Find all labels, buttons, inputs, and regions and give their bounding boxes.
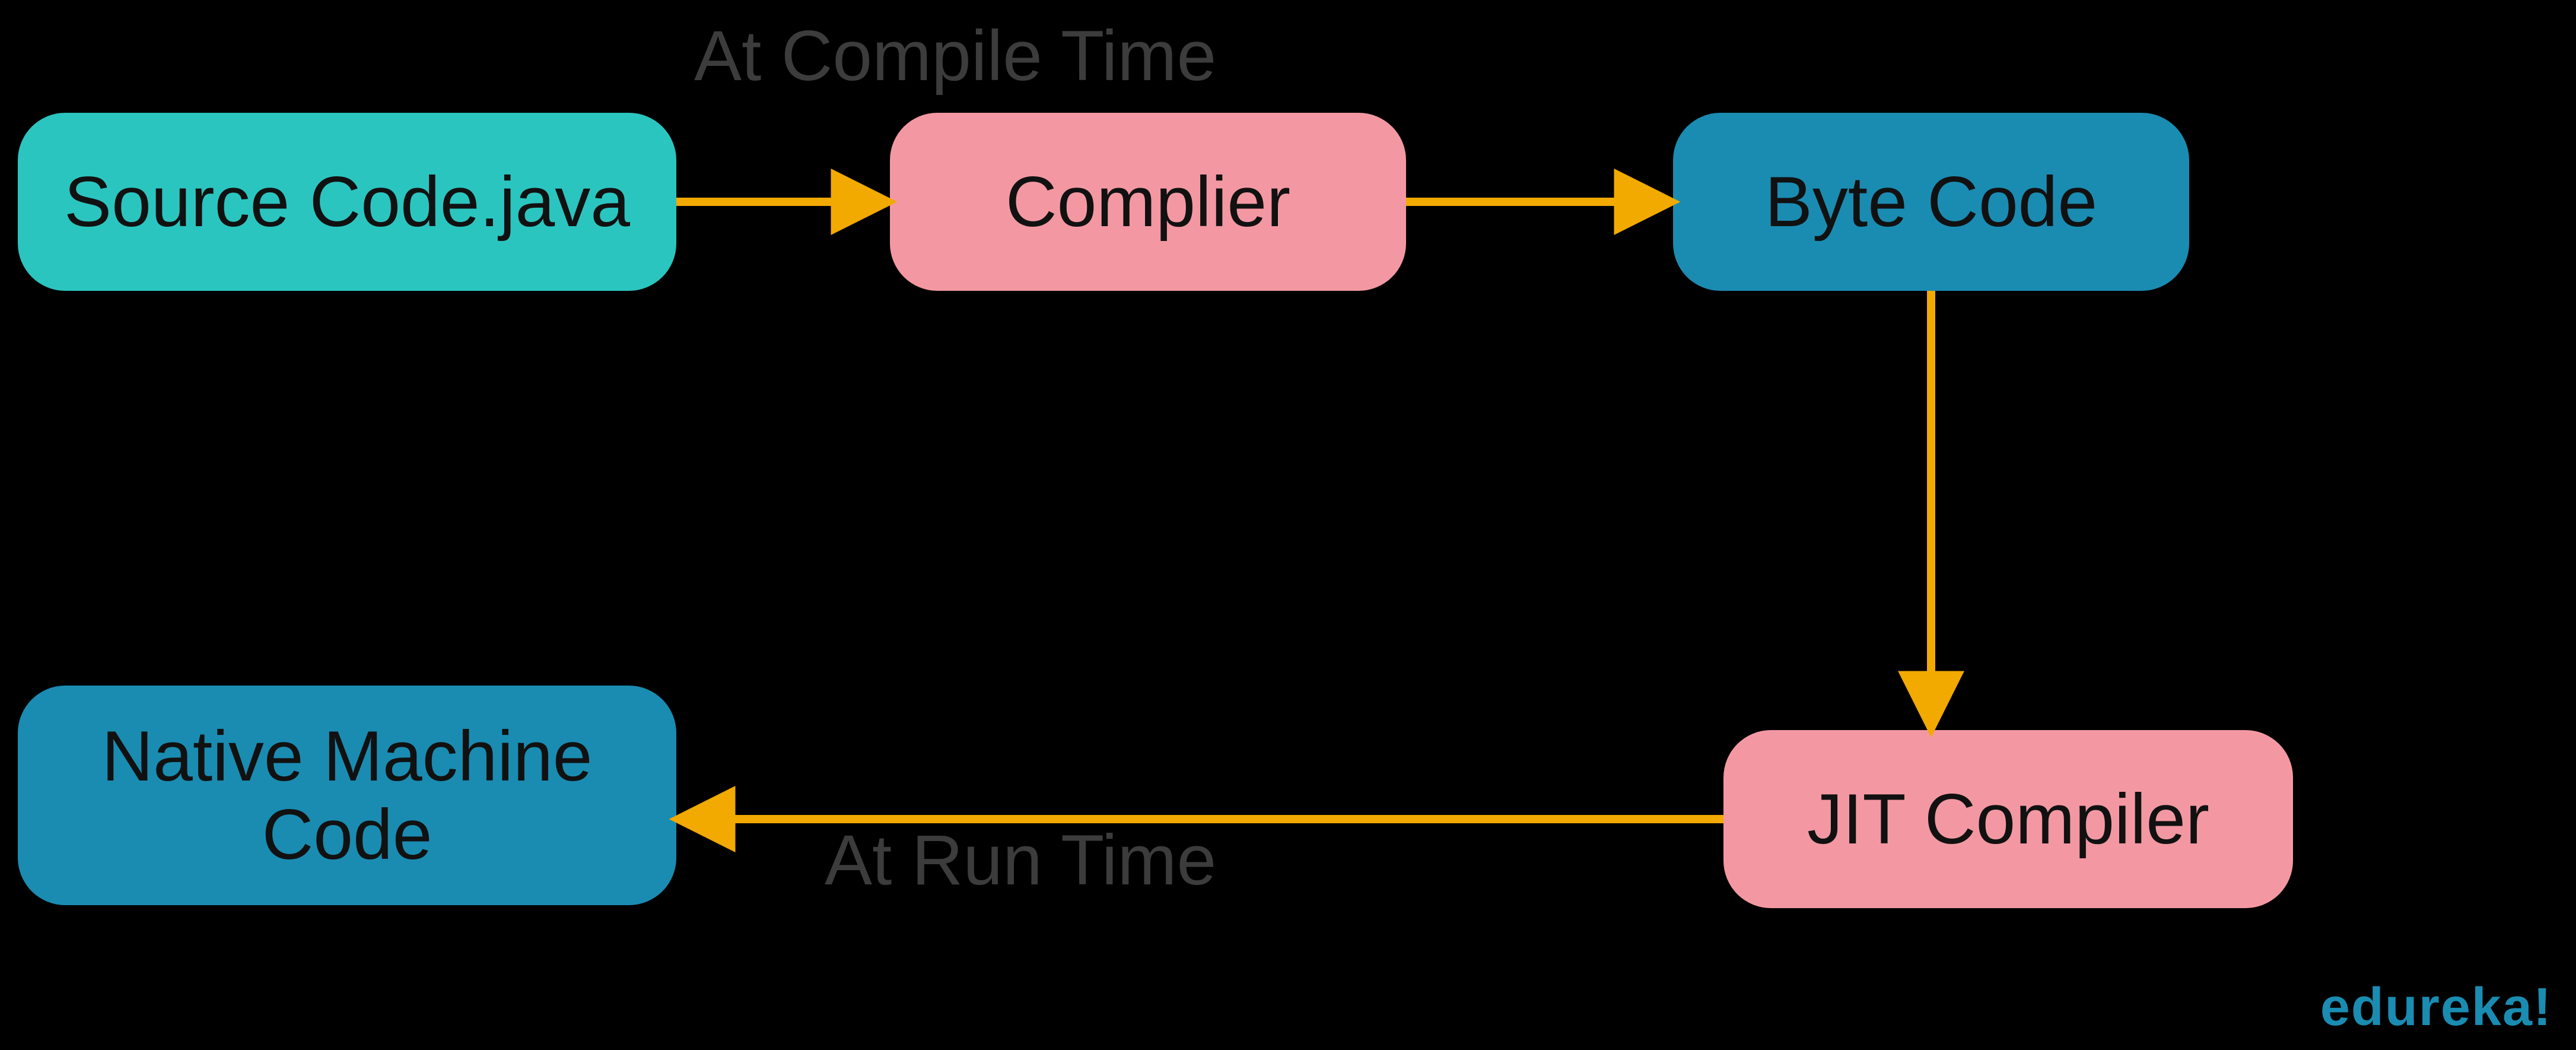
node-native-machine-code: Native Machine Code: [18, 686, 676, 905]
diagram-canvas: At Compile Time Source Code.java Complie…: [0, 0, 2576, 1050]
node-source-code: Source Code.java: [18, 113, 676, 291]
node-jit-compiler: JIT Compiler: [1723, 730, 2293, 908]
node-byte-code: Byte Code: [1673, 113, 2189, 291]
node-compiler: Complier: [890, 113, 1406, 291]
caption-run-time: At Run Time: [825, 819, 1216, 901]
caption-compile-time: At Compile Time: [694, 15, 1216, 97]
logo-edureka: edureka!: [2320, 977, 2552, 1038]
